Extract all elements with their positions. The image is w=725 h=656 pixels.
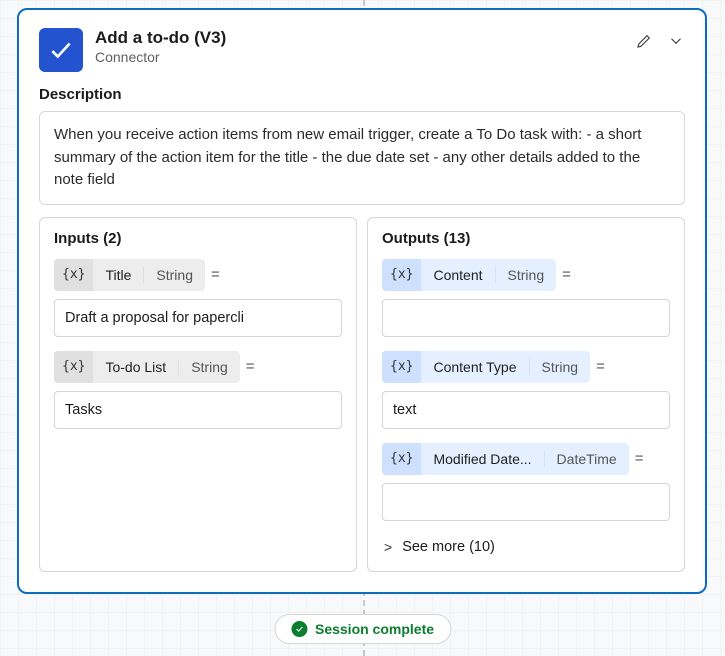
inputs-title: Inputs (2) <box>54 230 342 247</box>
output-type: String <box>529 359 591 375</box>
input-chip-title[interactable]: {x} Title String <box>54 259 205 291</box>
variable-icon: {x} <box>382 443 421 475</box>
input-item-title: {x} Title String = <box>54 259 342 337</box>
output-name: Content Type <box>421 359 528 375</box>
description-label: Description <box>39 86 685 103</box>
outputs-panel: Outputs (13) {x} Content String = {x} <box>367 217 685 572</box>
equals-sign: = <box>562 266 571 283</box>
output-name: Modified Date... <box>421 451 543 467</box>
output-item-modifieddate: {x} Modified Date... DateTime = <box>382 443 670 521</box>
input-name: To-do List <box>93 359 178 375</box>
card-title: Add a to-do (V3) <box>95 28 623 48</box>
output-type: String <box>495 267 557 283</box>
input-type: String <box>178 359 240 375</box>
card-header: Add a to-do (V3) Connector <box>39 28 685 72</box>
edit-icon[interactable] <box>635 32 653 50</box>
output-value-content[interactable] <box>382 299 670 337</box>
input-chip-todolist[interactable]: {x} To-do List String <box>54 351 240 383</box>
variable-icon: {x} <box>382 259 421 291</box>
variable-icon: {x} <box>382 351 421 383</box>
action-card: Add a to-do (V3) Connector Description W… <box>17 8 707 594</box>
input-value-todolist[interactable] <box>54 391 342 429</box>
input-name: Title <box>93 267 143 283</box>
input-item-todolist: {x} To-do List String = <box>54 351 342 429</box>
chevron-right-icon: > <box>384 539 392 555</box>
input-value-title[interactable] <box>54 299 342 337</box>
variable-icon: {x} <box>54 259 93 291</box>
output-name: Content <box>421 267 494 283</box>
output-item-content: {x} Content String = <box>382 259 670 337</box>
check-circle-icon <box>291 621 307 637</box>
output-chip-content[interactable]: {x} Content String <box>382 259 556 291</box>
description-box: When you receive action items from new e… <box>39 111 685 205</box>
outputs-title: Outputs (13) <box>382 230 670 247</box>
inputs-panel: Inputs (2) {x} Title String = {x} To-d <box>39 217 357 572</box>
output-value-contenttype[interactable] <box>382 391 670 429</box>
io-row: Inputs (2) {x} Title String = {x} To-d <box>39 217 685 572</box>
todo-app-icon <box>39 28 83 72</box>
equals-sign: = <box>635 450 644 467</box>
output-chip-modifieddate[interactable]: {x} Modified Date... DateTime <box>382 443 629 475</box>
output-item-contenttype: {x} Content Type String = <box>382 351 670 429</box>
chevron-down-icon[interactable] <box>667 32 685 50</box>
output-chip-contenttype[interactable]: {x} Content Type String <box>382 351 590 383</box>
title-block: Add a to-do (V3) Connector <box>95 28 623 65</box>
card-subtitle: Connector <box>95 49 623 65</box>
equals-sign: = <box>211 266 220 283</box>
variable-icon: {x} <box>54 351 93 383</box>
see-more-button[interactable]: > See more (10) <box>382 535 670 559</box>
session-status-pill[interactable]: Session complete <box>274 614 451 644</box>
see-more-label: See more (10) <box>402 539 495 555</box>
header-actions <box>635 32 685 50</box>
session-status-label: Session complete <box>315 621 434 637</box>
equals-sign: = <box>596 358 605 375</box>
equals-sign: = <box>246 358 255 375</box>
output-type: DateTime <box>544 451 629 467</box>
output-value-modifieddate[interactable] <box>382 483 670 521</box>
input-type: String <box>143 267 205 283</box>
